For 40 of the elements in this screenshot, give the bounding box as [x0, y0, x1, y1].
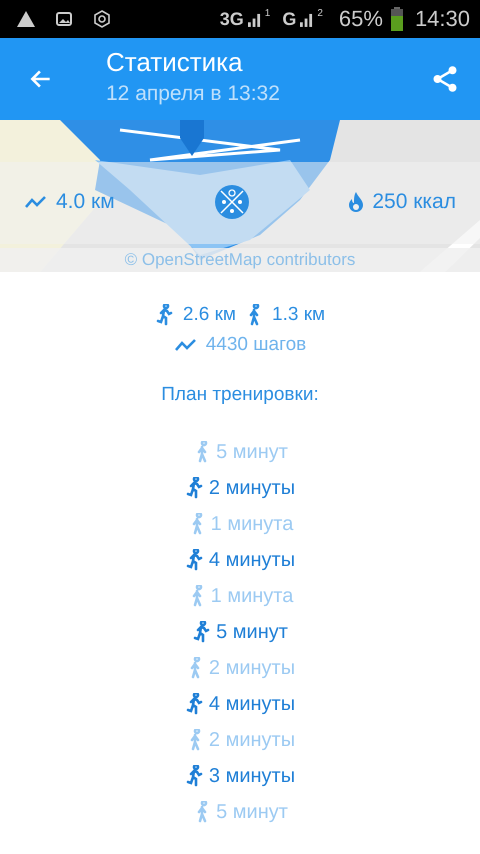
- battery-percent: 65%: [338, 6, 383, 32]
- running-person-icon: [154, 304, 175, 326]
- step-count: 4430 шагов: [206, 334, 306, 356]
- walk-distance: 1.3 км: [272, 304, 326, 326]
- trend-line-icon: [24, 195, 48, 209]
- distance-stat: 4.0 км: [24, 190, 115, 214]
- running-person-icon: [184, 549, 205, 571]
- interval-duration: 1 минута: [210, 512, 294, 536]
- map-attribution: © OpenStreetMap contributors: [124, 250, 356, 270]
- screen-title: Статистика: [106, 46, 244, 78]
- warning-icon: [16, 9, 36, 29]
- interval-duration: 4 минуты: [208, 548, 296, 572]
- calories-stat: 250 ккал: [348, 190, 456, 214]
- trend-line-icon: [174, 338, 198, 352]
- interval-duration: 2 минуты: [208, 656, 296, 680]
- network-type: G: [282, 8, 296, 30]
- interval-duration: 2 минуты: [208, 476, 296, 500]
- activity-badge-icon: [214, 184, 250, 220]
- sim-number: 2: [317, 8, 323, 19]
- hexagon-icon: [92, 9, 112, 29]
- interval-duration: 1 минута: [210, 584, 294, 608]
- run-distance: 2.6 км: [182, 304, 236, 326]
- sim-number: 1: [264, 8, 270, 19]
- plan-title: План тренировки:: [161, 384, 319, 406]
- flame-icon: [348, 191, 364, 213]
- running-person-icon: [184, 765, 205, 787]
- date-subtitle: 12 апреля в 13:32: [106, 82, 280, 106]
- interval-duration: 4 минуты: [208, 692, 296, 716]
- running-person-icon: [184, 477, 205, 499]
- interval-duration: 3 минуты: [208, 764, 296, 788]
- running-person-icon: [184, 693, 205, 715]
- interval-duration: 5 минут: [216, 800, 288, 824]
- image-icon: [54, 9, 74, 29]
- running-person-icon: [192, 621, 212, 643]
- interval-duration: 2 минуты: [208, 728, 296, 752]
- interval-duration: 5 минут: [216, 620, 288, 644]
- interval-duration: 5 минут: [216, 440, 288, 464]
- battery-icon: [390, 7, 403, 31]
- clock: 14:30: [414, 6, 470, 32]
- network-type: 3G: [220, 8, 244, 30]
